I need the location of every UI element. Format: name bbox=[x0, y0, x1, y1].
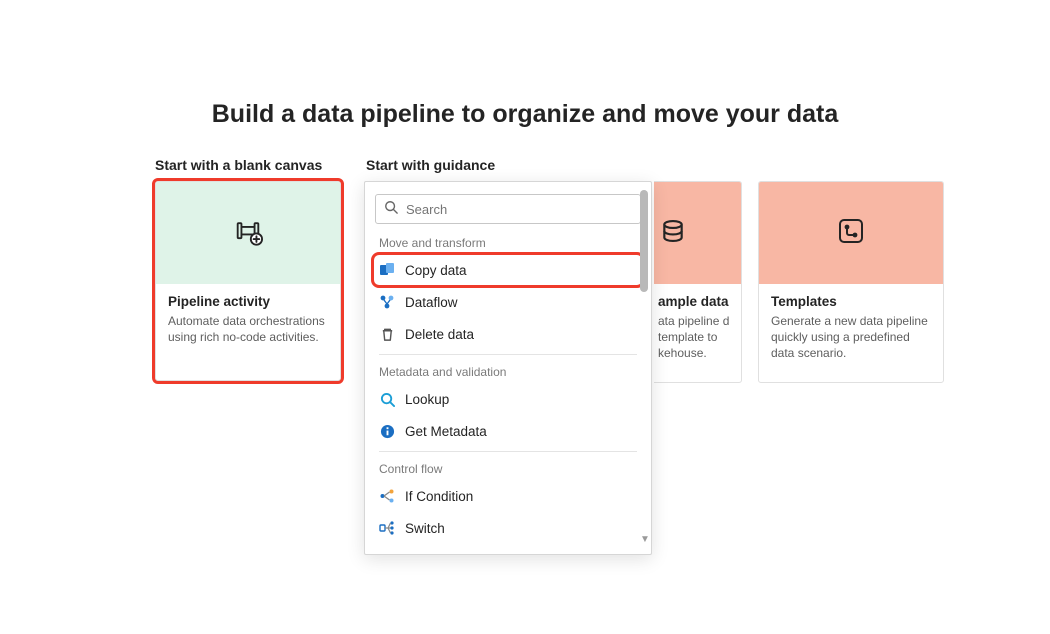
column-blank-canvas: Start with a blank canvas bbox=[155, 157, 344, 383]
search-input[interactable] bbox=[404, 201, 632, 218]
card-visual-sample bbox=[654, 182, 741, 284]
menu-item-label: Get Metadata bbox=[405, 424, 487, 439]
card-pipeline-activity[interactable]: Pipeline activity Automate data orchestr… bbox=[155, 181, 341, 381]
menu-item-dataflow[interactable]: Dataflow bbox=[365, 286, 651, 318]
menu-item-label: Copy data bbox=[405, 263, 467, 278]
divider bbox=[379, 451, 637, 452]
menu-item-copy-data[interactable]: Copy data bbox=[373, 254, 643, 286]
menu-item-delete-data[interactable]: Delete data bbox=[365, 318, 651, 350]
menu-item-if-condition[interactable]: If Condition bbox=[365, 480, 651, 512]
activity-picker-panel: Move and transform Copy data Dataflow bbox=[364, 181, 652, 555]
search-icon bbox=[384, 200, 398, 219]
card-sample-data[interactable]: ample data ata pipeline d template to ke… bbox=[654, 181, 742, 383]
search-box[interactable] bbox=[375, 194, 641, 224]
scrollbar-thumb[interactable] bbox=[640, 190, 648, 292]
page-title: Build a data pipeline to organize and mo… bbox=[0, 100, 1050, 129]
info-icon bbox=[379, 423, 395, 439]
card-title: Templates bbox=[771, 294, 931, 309]
dataflow-icon bbox=[379, 294, 395, 310]
card-title: Pipeline activity bbox=[168, 294, 328, 309]
menu-item-switch[interactable]: Switch bbox=[365, 512, 651, 544]
pipeline-icon bbox=[233, 219, 263, 247]
lookup-icon bbox=[379, 391, 395, 407]
column-label-guidance: Start with guidance bbox=[366, 157, 1050, 173]
card-title: ample data bbox=[658, 294, 735, 309]
group-label-control: Control flow bbox=[365, 456, 651, 480]
group-label-move: Move and transform bbox=[365, 230, 651, 254]
card-desc: Automate data orchestrations using rich … bbox=[168, 313, 328, 345]
menu-item-get-metadata[interactable]: Get Metadata bbox=[365, 415, 651, 447]
database-icon bbox=[660, 218, 686, 249]
template-icon bbox=[837, 217, 865, 250]
card-visual-pipeline bbox=[156, 182, 340, 284]
menu-item-label: Switch bbox=[405, 521, 445, 536]
menu-item-label: Delete data bbox=[405, 327, 474, 342]
card-visual-templates bbox=[759, 182, 943, 284]
if-condition-icon bbox=[379, 488, 395, 504]
menu-item-label: Dataflow bbox=[405, 295, 458, 310]
menu-item-label: If Condition bbox=[405, 489, 473, 504]
menu-item-label: Lookup bbox=[405, 392, 449, 407]
card-desc: Generate a new data pipeline quickly usi… bbox=[771, 313, 931, 362]
scrollbar[interactable]: ▲ ▼ bbox=[639, 190, 649, 544]
group-label-meta: Metadata and validation bbox=[365, 359, 651, 383]
menu-item-lookup[interactable]: Lookup bbox=[365, 383, 651, 415]
column-label-blank: Start with a blank canvas bbox=[155, 157, 344, 173]
divider bbox=[379, 354, 637, 355]
column-guidance: Start with guidance M bbox=[366, 157, 1050, 383]
trash-icon bbox=[379, 326, 395, 342]
scroll-down-arrow[interactable]: ▼ bbox=[639, 534, 651, 546]
card-desc: ata pipeline d template to kehouse. bbox=[658, 313, 735, 362]
copy-data-icon bbox=[379, 262, 395, 278]
card-templates[interactable]: Templates Generate a new data pipeline q… bbox=[758, 181, 944, 383]
